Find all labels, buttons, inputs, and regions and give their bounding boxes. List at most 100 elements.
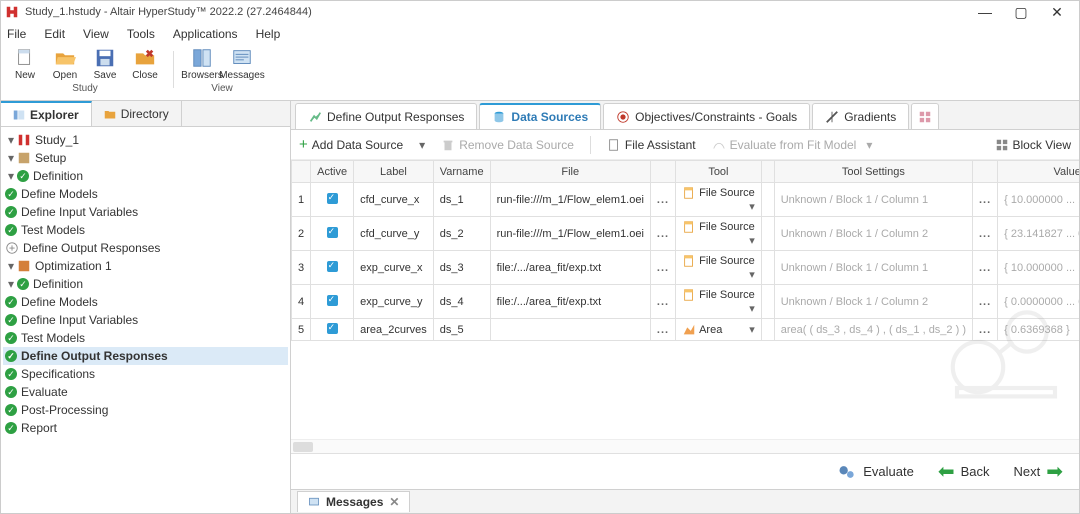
back-button[interactable]: ⬅Back [938, 459, 990, 484]
file-browse-button[interactable]: ... [650, 319, 675, 341]
close-tab-icon[interactable]: ✕ [389, 495, 399, 509]
tree-setup-define-models[interactable]: ✓Define Models [3, 185, 288, 203]
table-row[interactable]: 1cfd_curve_xds_1run-file:///m_1/Flow_ele… [292, 183, 1080, 217]
menu-view[interactable]: View [83, 27, 109, 41]
tree-opt-test-models[interactable]: ✓Test Models [3, 329, 288, 347]
dropdown-icon[interactable]: ▾ [419, 138, 425, 152]
table-header[interactable] [292, 161, 311, 183]
ribbon-open[interactable]: Open [47, 47, 83, 81]
table-header[interactable] [761, 161, 774, 183]
settings-edit-button[interactable]: ... [972, 217, 997, 251]
close-icon [134, 47, 156, 69]
ribbon-save[interactable]: Save [87, 47, 123, 81]
ribbon-browsers[interactable]: Browsers [184, 47, 220, 81]
tree-opt-define-models[interactable]: ✓Define Models [3, 293, 288, 311]
ribbon-close[interactable]: Close [127, 47, 163, 81]
label-cell[interactable]: area_2curves [354, 319, 434, 341]
label-cell[interactable]: exp_curve_x [354, 251, 434, 285]
file-assistant-button[interactable]: File Assistant [607, 138, 696, 152]
tool-cell[interactable]: File Source▾ [676, 217, 762, 251]
tree-opt-define-input[interactable]: ✓Define Input Variables [3, 311, 288, 329]
tool-cell[interactable]: File Source▾ [676, 183, 762, 217]
varname-cell[interactable]: ds_3 [433, 251, 490, 285]
check-icon: ✓ [5, 404, 17, 416]
messages-tab[interactable]: Messages ✕ [297, 491, 410, 512]
label-cell[interactable]: cfd_curve_y [354, 217, 434, 251]
tree-opt-definition[interactable]: ▾✓Definition [3, 275, 288, 293]
varname-cell[interactable]: ds_2 [433, 217, 490, 251]
menu-help[interactable]: Help [256, 27, 281, 41]
table-header[interactable] [972, 161, 997, 183]
menu-edit[interactable]: Edit [44, 27, 65, 41]
menu-file[interactable]: File [7, 27, 26, 41]
minimize-button[interactable]: — [967, 4, 1003, 21]
file-browse-button[interactable]: ... [650, 285, 675, 319]
tree-study[interactable]: ▾Study_1 [3, 131, 288, 149]
active-checkbox[interactable] [311, 217, 354, 251]
tree-opt-specifications[interactable]: ✓Specifications [3, 365, 288, 383]
settings-edit-button[interactable]: ... [972, 183, 997, 217]
file-cell[interactable]: file:/.../area_fit/exp.txt [490, 251, 650, 285]
tab-extra[interactable] [911, 103, 939, 129]
active-checkbox[interactable] [311, 285, 354, 319]
remove-data-source-button[interactable]: Remove Data Source [441, 138, 574, 152]
tab-gradients[interactable]: Gradients [812, 103, 909, 129]
tree-setup-define-input[interactable]: ✓Define Input Variables [3, 203, 288, 221]
tab-data-sources[interactable]: Data Sources [479, 103, 601, 129]
tab-explorer[interactable]: Explorer [1, 101, 92, 126]
menu-applications[interactable]: Applications [173, 27, 238, 41]
tree-setup[interactable]: ▾Setup [3, 149, 288, 167]
active-checkbox[interactable] [311, 251, 354, 285]
label-cell[interactable]: cfd_curve_x [354, 183, 434, 217]
table-header[interactable]: Value [998, 161, 1079, 183]
settings-cell[interactable]: Unknown / Block 1 / Column 1 [774, 183, 972, 217]
table-header[interactable]: Tool Settings [774, 161, 972, 183]
table-header[interactable] [650, 161, 675, 183]
table-header[interactable]: File [490, 161, 650, 183]
menu-tools[interactable]: Tools [127, 27, 155, 41]
file-cell[interactable] [490, 319, 650, 341]
tree-opt-evaluate[interactable]: ✓Evaluate [3, 383, 288, 401]
tab-directory[interactable]: Directory [92, 101, 182, 126]
evaluate-fit-button[interactable]: Evaluate from Fit Model▾ [712, 138, 873, 152]
tree-setup-test-models[interactable]: ✓Test Models [3, 221, 288, 239]
maximize-button[interactable]: ▢ [1003, 4, 1039, 21]
file-cell[interactable]: run-file:///m_1/Flow_elem1.oei [490, 183, 650, 217]
horizontal-scrollbar[interactable] [291, 439, 1079, 453]
tree-setup-definition[interactable]: ▾✓Definition [3, 167, 288, 185]
tree-setup-define-output[interactable]: Define Output Responses [3, 239, 288, 257]
table-header[interactable]: Active [311, 161, 354, 183]
varname-cell[interactable]: ds_5 [433, 319, 490, 341]
active-checkbox[interactable] [311, 183, 354, 217]
tab-responses[interactable]: Define Output Responses [295, 103, 477, 129]
table-row[interactable]: 2cfd_curve_yds_2run-file:///m_1/Flow_ele… [292, 217, 1080, 251]
ribbon-new[interactable]: New [7, 47, 43, 81]
file-cell[interactable]: file:/.../area_fit/exp.txt [490, 285, 650, 319]
tab-objectives[interactable]: Objectives/Constraints - Goals [603, 103, 810, 129]
label-cell[interactable]: exp_curve_y [354, 285, 434, 319]
file-browse-button[interactable]: ... [650, 217, 675, 251]
varname-cell[interactable]: ds_1 [433, 183, 490, 217]
file-browse-button[interactable]: ... [650, 183, 675, 217]
add-data-source-button[interactable]: +Add Data Source▾ [299, 136, 425, 153]
file-browse-button[interactable]: ... [650, 251, 675, 285]
tree-opt-postprocessing[interactable]: ✓Post-Processing [3, 401, 288, 419]
table-header[interactable]: Label [354, 161, 434, 183]
tree-opt-report[interactable]: ✓Report [3, 419, 288, 437]
block-view-button[interactable]: Block View [995, 138, 1071, 152]
table-header[interactable]: Varname [433, 161, 490, 183]
file-cell[interactable]: run-file:///m_1/Flow_elem1.oei [490, 217, 650, 251]
settings-cell[interactable]: Unknown / Block 1 / Column 2 [774, 217, 972, 251]
tree-optimization[interactable]: ▾Optimization 1 [3, 257, 288, 275]
evaluate-button[interactable]: Evaluate [837, 462, 914, 482]
varname-cell[interactable]: ds_4 [433, 285, 490, 319]
tool-cell[interactable]: Area▾ [676, 319, 762, 341]
tool-cell[interactable]: File Source▾ [676, 251, 762, 285]
tree-opt-define-output[interactable]: ✓Define Output Responses [3, 347, 288, 365]
tool-cell[interactable]: File Source▾ [676, 285, 762, 319]
active-checkbox[interactable] [311, 319, 354, 341]
close-button[interactable]: ✕ [1039, 4, 1075, 21]
next-button[interactable]: Next➡ [1014, 459, 1064, 484]
table-header[interactable]: Tool [676, 161, 762, 183]
ribbon-messages[interactable]: Messages [224, 47, 260, 81]
